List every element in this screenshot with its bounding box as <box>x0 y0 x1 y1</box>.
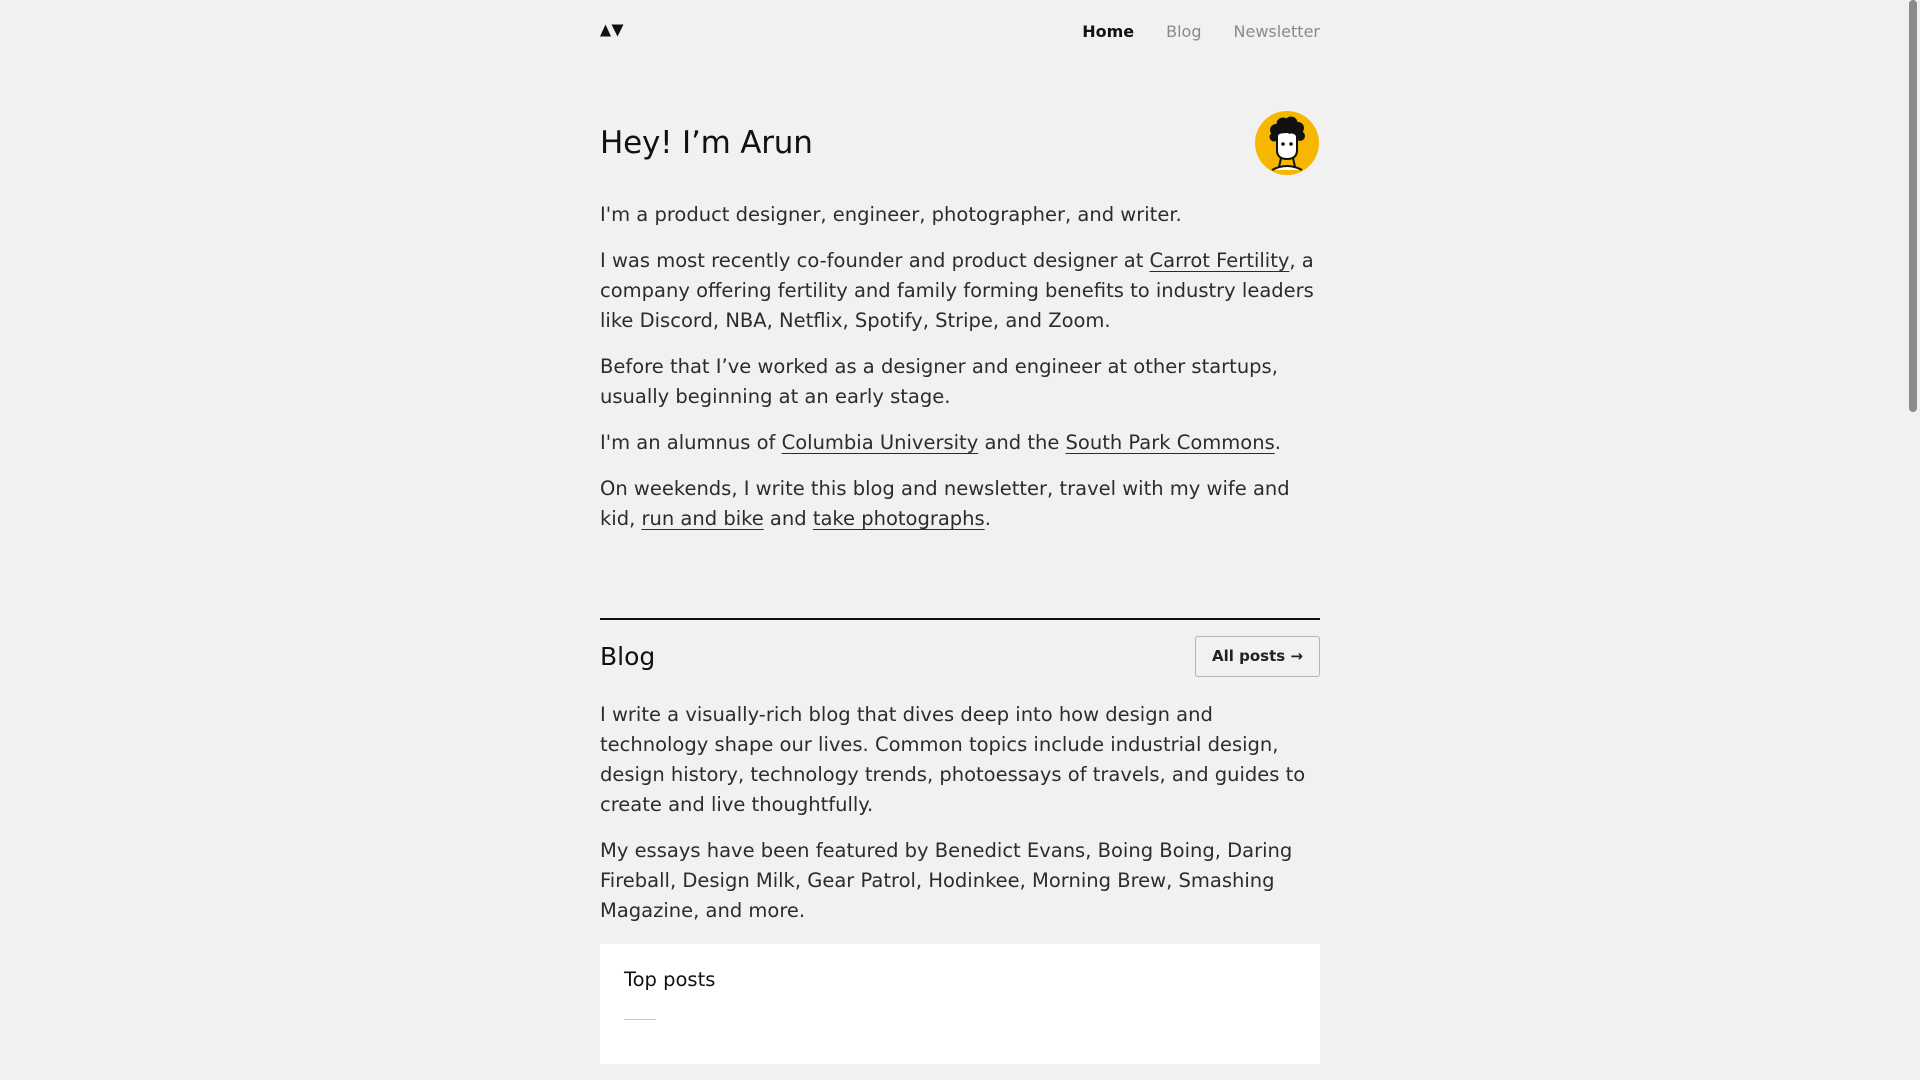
page-scrollbar[interactable] <box>1905 0 1920 1080</box>
brand-logo[interactable] <box>600 22 624 41</box>
blog-section: Blog All posts → I write a visually-rich… <box>600 618 1320 1064</box>
main-nav: Home Blog Newsletter <box>1082 22 1320 41</box>
all-posts-button[interactable]: All posts → <box>1195 635 1320 677</box>
scrollbar-thumb[interactable] <box>1909 0 1917 412</box>
page-content: Home Blog Newsletter Hey! I’m Arun I'm a… <box>600 0 1320 1064</box>
nav-home-link[interactable]: Home <box>1082 22 1134 41</box>
intro-paragraph-2: I was most recently co-founder and produ… <box>600 249 1314 332</box>
intro-paragraph-4: I'm an alumnus of Columbia University an… <box>600 431 1281 454</box>
blog-paragraph-1: I write a visually-rich blog that dives … <box>600 703 1306 816</box>
blog-description: I write a visually-rich blog that dives … <box>600 700 1320 926</box>
nav-blog-link[interactable]: Blog <box>1166 22 1201 41</box>
take-photographs-link[interactable]: take photographs <box>813 507 985 530</box>
blog-section-header: Blog All posts → <box>600 635 1320 677</box>
hero-section: Hey! I’m Arun <box>600 110 1320 176</box>
top-posts-card: Top posts <box>600 944 1320 1064</box>
intro-paragraph-1: I'm a product designer, engineer, photog… <box>600 203 1182 226</box>
nav-newsletter-link[interactable]: Newsletter <box>1234 22 1321 41</box>
blog-paragraph-2: My essays have been featured by Benedict… <box>600 839 1293 922</box>
carrot-fertility-link[interactable]: Carrot Fertility <box>1150 249 1290 272</box>
brand-logo-triangles-icon <box>600 22 624 41</box>
south-park-commons-link[interactable]: South Park Commons <box>1066 431 1275 454</box>
columbia-university-link[interactable]: Columbia University <box>782 431 979 454</box>
page-title: Hey! I’m Arun <box>600 125 813 161</box>
blog-heading: Blog <box>600 641 656 671</box>
intro-paragraph-5: On weekends, I write this blog and newsl… <box>600 477 1290 530</box>
top-posts-divider <box>624 1019 656 1020</box>
run-and-bike-link[interactable]: run and bike <box>642 507 764 530</box>
intro-paragraph-3: Before that I’ve worked as a designer an… <box>600 355 1278 408</box>
avatar-illustration-icon <box>1254 110 1320 176</box>
intro-section: I'm a product designer, engineer, photog… <box>600 200 1320 534</box>
top-posts-title: Top posts <box>624 968 716 991</box>
top-navigation-bar: Home Blog Newsletter <box>600 0 1320 62</box>
